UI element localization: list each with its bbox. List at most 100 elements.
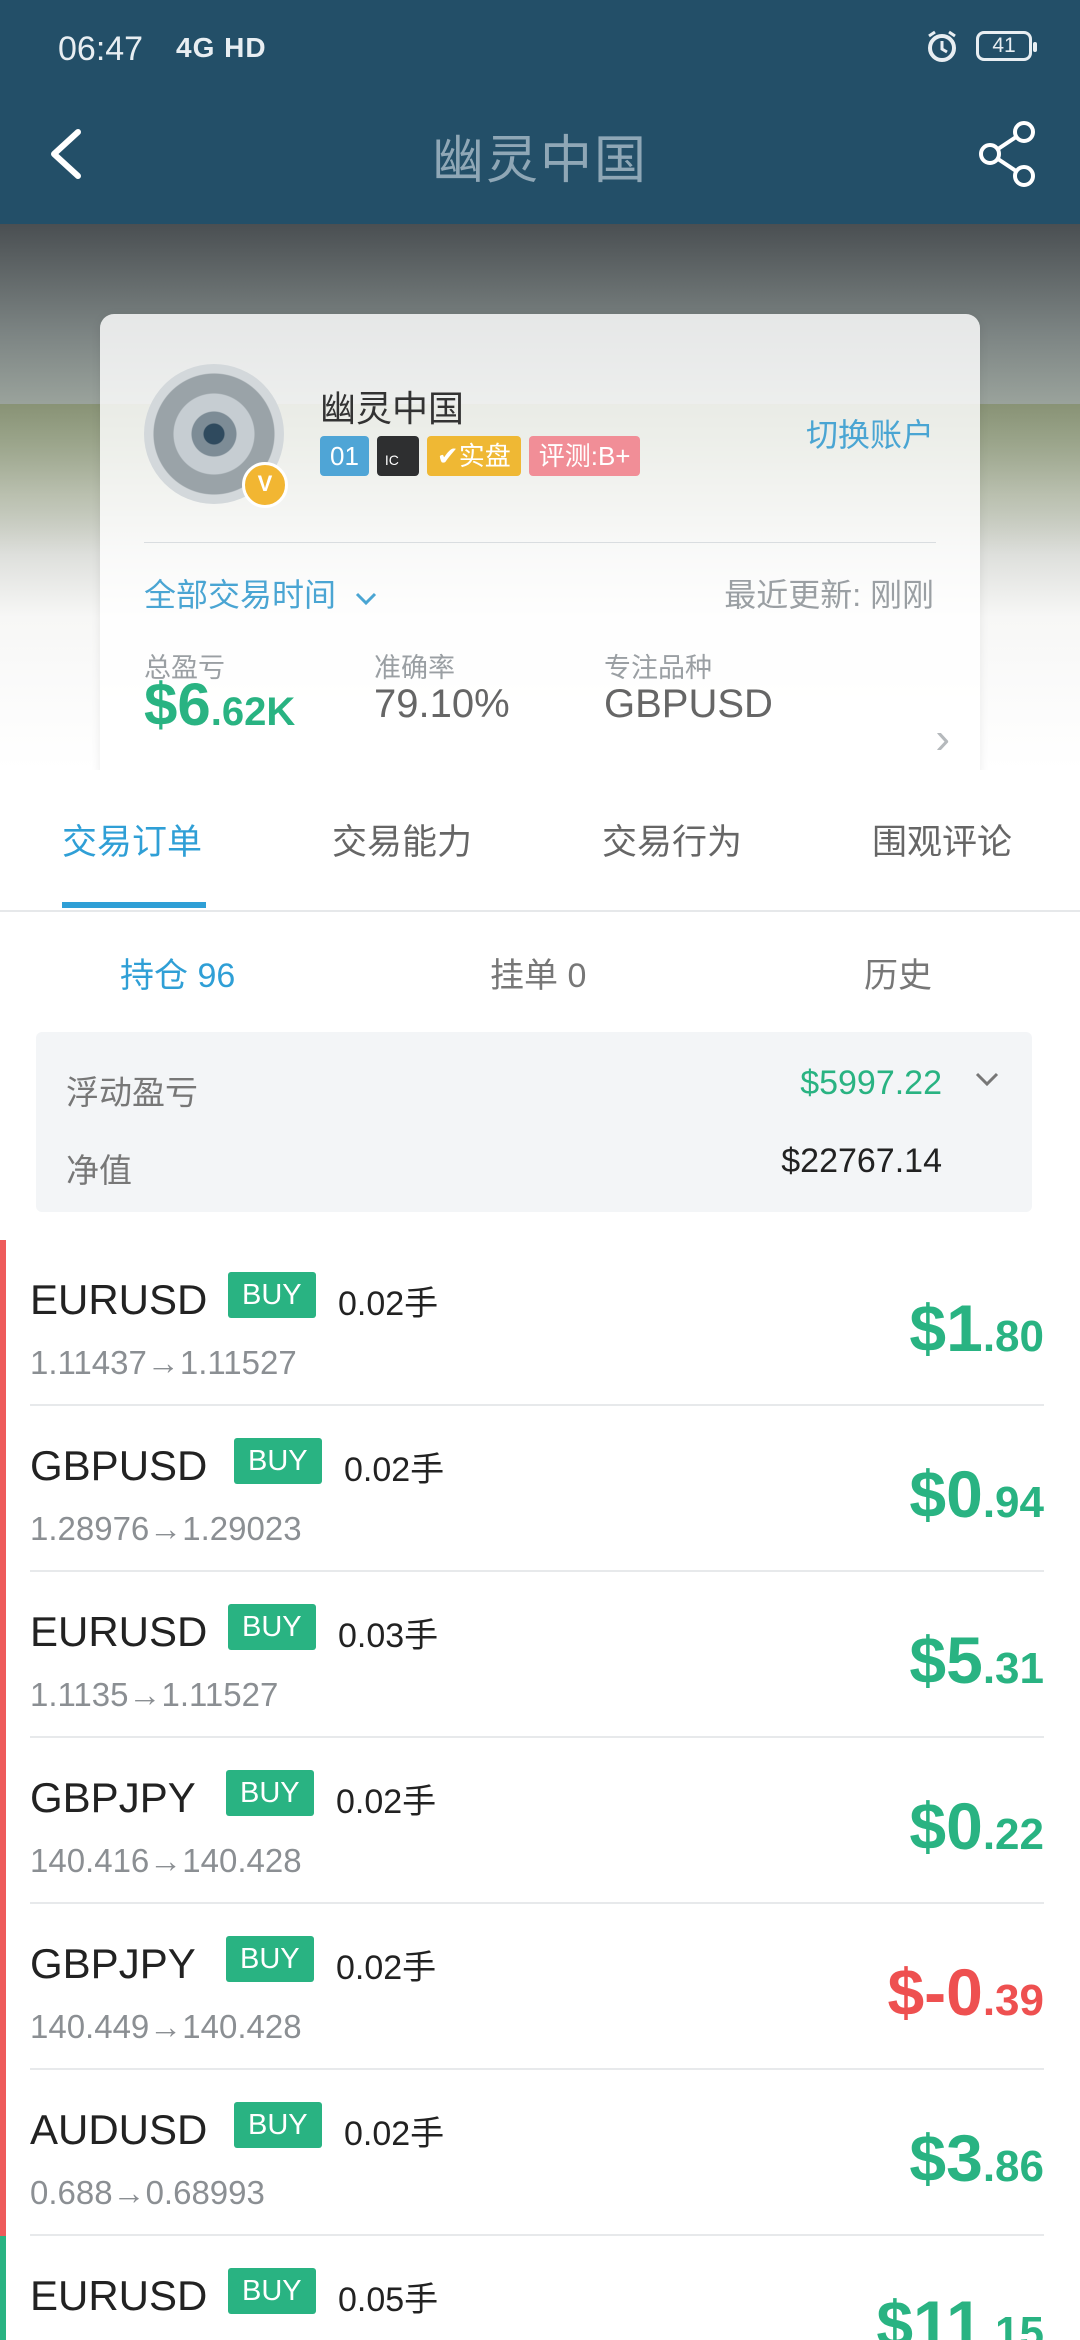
- total-pnl-value: $6.62K: [144, 670, 295, 739]
- chevron-down-icon: [975, 1072, 999, 1087]
- side-badge: BUY: [226, 1770, 314, 1816]
- share-icon: [979, 121, 1035, 187]
- chevron-right-icon[interactable]: ›: [935, 714, 950, 764]
- pnl-int: $11: [876, 2287, 983, 2340]
- price-route: 1.28976→1.29023: [30, 1510, 302, 1547]
- price-route: 1.1135→1.11527: [30, 1676, 279, 1713]
- account-summary: 浮动盈亏 $5997.22 净值 $22767.14: [36, 1032, 1032, 1212]
- subtab-pending[interactable]: 挂单 0: [490, 948, 586, 997]
- order-pnl: $5.31: [909, 1622, 1044, 1698]
- pnl-int: $5: [909, 1623, 983, 1697]
- order-row[interactable]: AUDUSD BUY 0.02手 0.688→0.68993 $3.86: [0, 2070, 1080, 2236]
- subtab-positions[interactable]: 持仓 96: [120, 948, 235, 997]
- tab-ability[interactable]: 交易能力: [332, 814, 472, 865]
- main-tabs: 交易订单 交易能力 交易行为 围观评论: [0, 770, 1080, 912]
- order-lots: 0.02手: [344, 1451, 445, 1489]
- pnl-int: $0: [909, 1789, 983, 1863]
- shield-check-icon: ✔: [436, 441, 459, 471]
- order-symbol: EURUSD: [30, 1276, 208, 1323]
- pnl-int: $-0: [887, 1955, 983, 2029]
- profile-hero: V 幽灵中国 01 IC ✔实盘 评测:B+ 切换账户 全部交易时间 最近更新:…: [0, 224, 1080, 770]
- last-updated: 最近更新: 刚刚: [724, 577, 934, 613]
- pnl-dec: .39: [982, 1976, 1044, 2025]
- rating-badge: 评测:B+: [528, 436, 641, 476]
- app-header: 06:47 4G HD 41 幽灵中国: [0, 0, 1080, 224]
- price-route: 1.11437→1.11527: [30, 1344, 297, 1381]
- tab-comments[interactable]: 围观评论: [872, 814, 1012, 865]
- status-icons: 41: [924, 28, 1037, 64]
- order-pnl: $-0.39: [887, 1954, 1044, 2030]
- price-route: 140.416→140.428: [30, 1842, 302, 1879]
- order-symbol: AUDUSD: [30, 2106, 208, 2153]
- time-filter-label: 全部交易时间: [144, 577, 337, 613]
- network-indicator: 4G HD: [176, 32, 267, 63]
- order-row[interactable]: GBPJPY BUY 0.02手 140.416→140.428 $0.22: [0, 1738, 1080, 1904]
- profile-card: V 幽灵中国 01 IC ✔实盘 评测:B+ 切换账户 全部交易时间 最近更新:…: [100, 314, 980, 770]
- floating-pnl-value: $5997.22: [800, 1064, 942, 1102]
- order-pnl: $0.22: [909, 1788, 1044, 1864]
- verified-badge-icon: V: [242, 462, 288, 508]
- badge-row: 01 IC ✔实盘 评测:B+: [320, 436, 641, 476]
- total-pnl-int: $6: [144, 671, 211, 738]
- alarm-icon: [928, 30, 956, 62]
- pnl-int: $3: [909, 2121, 983, 2195]
- status-time: 06:47: [58, 30, 144, 68]
- time-filter-dropdown[interactable]: 全部交易时间: [144, 570, 381, 616]
- broker-logo-text: IC: [384, 452, 399, 468]
- pnl-dec: .15: [982, 2308, 1044, 2340]
- side-indicator: [0, 1904, 6, 2070]
- side-badge: BUY: [234, 1438, 322, 1484]
- profile-name: 幽灵中国: [320, 388, 465, 429]
- pnl-int: $0: [909, 1457, 983, 1531]
- active-tab-indicator: [62, 902, 206, 908]
- subtab-history[interactable]: 历史: [864, 948, 932, 997]
- accuracy-value: 79.10%: [374, 682, 510, 726]
- tab-behavior[interactable]: 交易行为: [602, 814, 742, 865]
- battery-icon: 41: [976, 31, 1037, 61]
- chevron-down-icon: [355, 592, 376, 605]
- order-lots: 0.02手: [336, 1949, 437, 1987]
- order-row[interactable]: EURUSD BUY 0.05手 $11.15: [0, 2236, 1080, 2340]
- order-symbol: GBPJPY: [30, 1940, 196, 1987]
- orders-list: EURUSD BUY 0.02手 1.11437→1.11527 $1.80 G…: [0, 1240, 1080, 2340]
- order-subtabs: 持仓 96 挂单 0 历史: [0, 912, 1080, 1032]
- pnl-dec: .94: [982, 1478, 1044, 1527]
- side-indicator: [0, 2236, 6, 2340]
- total-pnl-dec: .62K: [210, 690, 296, 734]
- side-badge: BUY: [228, 1272, 316, 1318]
- side-indicator: [0, 1572, 6, 1738]
- order-lots: 0.05手: [338, 2281, 439, 2319]
- order-symbol: GBPJPY: [30, 1774, 196, 1821]
- order-row[interactable]: EURUSD BUY 0.03手 1.1135→1.11527 $5.31: [0, 1572, 1080, 1738]
- battery-level: 41: [992, 34, 1016, 57]
- order-pnl: $1.80: [909, 1290, 1044, 1366]
- price-route: 0.688→0.68993: [30, 2174, 265, 2211]
- order-row[interactable]: GBPUSD BUY 0.02手 1.28976→1.29023 $0.94: [0, 1406, 1080, 1572]
- order-symbol: EURUSD: [30, 2272, 208, 2319]
- side-badge: BUY: [228, 1604, 316, 1650]
- focus-symbol-value: GBPUSD: [604, 682, 773, 726]
- side-badge: BUY: [228, 2268, 316, 2314]
- broker-logo: IC: [376, 436, 419, 476]
- side-badge: BUY: [234, 2102, 322, 2148]
- side-badge: BUY: [226, 1936, 314, 1982]
- order-row[interactable]: EURUSD BUY 0.02手 1.11437→1.11527 $1.80: [0, 1240, 1080, 1406]
- live-account-badge: ✔实盘: [426, 436, 521, 476]
- side-indicator: [0, 1240, 6, 1406]
- side-indicator: [0, 2070, 6, 2236]
- tab-orders[interactable]: 交易订单: [62, 814, 202, 865]
- expand-summary-button[interactable]: [970, 1062, 1004, 1101]
- order-symbol: EURUSD: [30, 1608, 208, 1655]
- card-divider: [144, 542, 936, 543]
- price-route: 140.449→140.428: [30, 2008, 302, 2045]
- switch-account-link[interactable]: 切换账户: [806, 410, 934, 456]
- share-button[interactable]: [976, 118, 1040, 188]
- pnl-dec: .80: [982, 1312, 1044, 1361]
- order-pnl: $3.86: [909, 2120, 1044, 2196]
- order-lots: 0.03手: [338, 1617, 439, 1655]
- pnl-int: $1: [909, 1291, 983, 1365]
- live-account-label: 实盘: [458, 441, 511, 471]
- floating-pnl-label: 浮动盈亏: [66, 1074, 198, 1111]
- pnl-dec: .86: [982, 2142, 1044, 2191]
- order-row[interactable]: GBPJPY BUY 0.02手 140.449→140.428 $-0.39: [0, 1904, 1080, 2070]
